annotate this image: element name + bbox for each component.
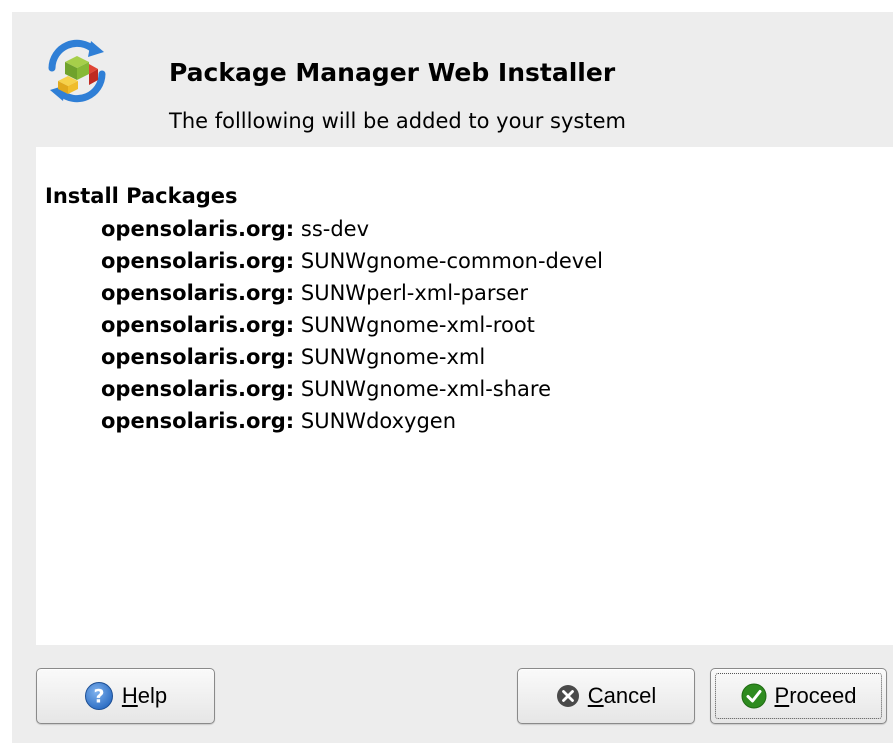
package-name: SUNWgnome-xml [300, 345, 486, 369]
help-icon: ? [84, 681, 114, 711]
check-icon [741, 683, 767, 709]
package-name: SUNWgnome-xml-root [300, 313, 535, 337]
package-name: ss-dev [300, 217, 370, 241]
package-origin: opensolaris.org: [101, 345, 295, 369]
list-item: opensolaris.org: SUNWdoxygen [101, 405, 603, 437]
dialog-title: Package Manager Web Installer [169, 58, 616, 87]
list-item: opensolaris.org: SUNWgnome-xml-root [101, 309, 603, 341]
proceed-button-label: Proceed [774, 683, 857, 708]
dialog-subtitle: The folllowing will be added to your sys… [169, 109, 626, 133]
help-button-label: Help [121, 683, 168, 708]
package-origin: opensolaris.org: [101, 313, 295, 337]
dialog-header: Package Manager Web Installer The folllo… [12, 12, 893, 147]
package-name: SUNWgnome-common-devel [300, 249, 603, 273]
list-item: opensolaris.org: SUNWgnome-xml-share [101, 373, 603, 405]
package-name: SUNWperl-xml-parser [300, 281, 528, 305]
package-list: opensolaris.org: ss-dev opensolaris.org:… [101, 213, 603, 437]
cancel-icon [556, 684, 580, 708]
list-item: opensolaris.org: SUNWperl-xml-parser [101, 277, 603, 309]
list-item: opensolaris.org: ss-dev [101, 213, 603, 245]
package-origin: opensolaris.org: [101, 281, 295, 305]
package-origin: opensolaris.org: [101, 377, 295, 401]
package-list-panel: Install Packages opensolaris.org: ss-dev… [36, 147, 893, 645]
help-button[interactable]: ? Help [36, 668, 215, 724]
package-cubes-refresh-icon [48, 39, 106, 103]
package-name: SUNWdoxygen [300, 409, 457, 433]
proceed-button[interactable]: Proceed [710, 668, 887, 724]
package-origin: opensolaris.org: [101, 249, 295, 273]
svg-text:?: ? [93, 686, 104, 708]
package-origin: opensolaris.org: [101, 409, 295, 433]
list-item: opensolaris.org: SUNWgnome-common-devel [101, 245, 603, 277]
cancel-button-label: Cancel [587, 683, 657, 708]
list-item: opensolaris.org: SUNWgnome-xml [101, 341, 603, 373]
cancel-button[interactable]: Cancel [517, 668, 695, 724]
section-heading-install-packages: Install Packages [45, 184, 238, 208]
installer-dialog: Package Manager Web Installer The folllo… [12, 12, 893, 743]
package-name: SUNWgnome-xml-share [300, 377, 552, 401]
package-origin: opensolaris.org: [101, 217, 295, 241]
